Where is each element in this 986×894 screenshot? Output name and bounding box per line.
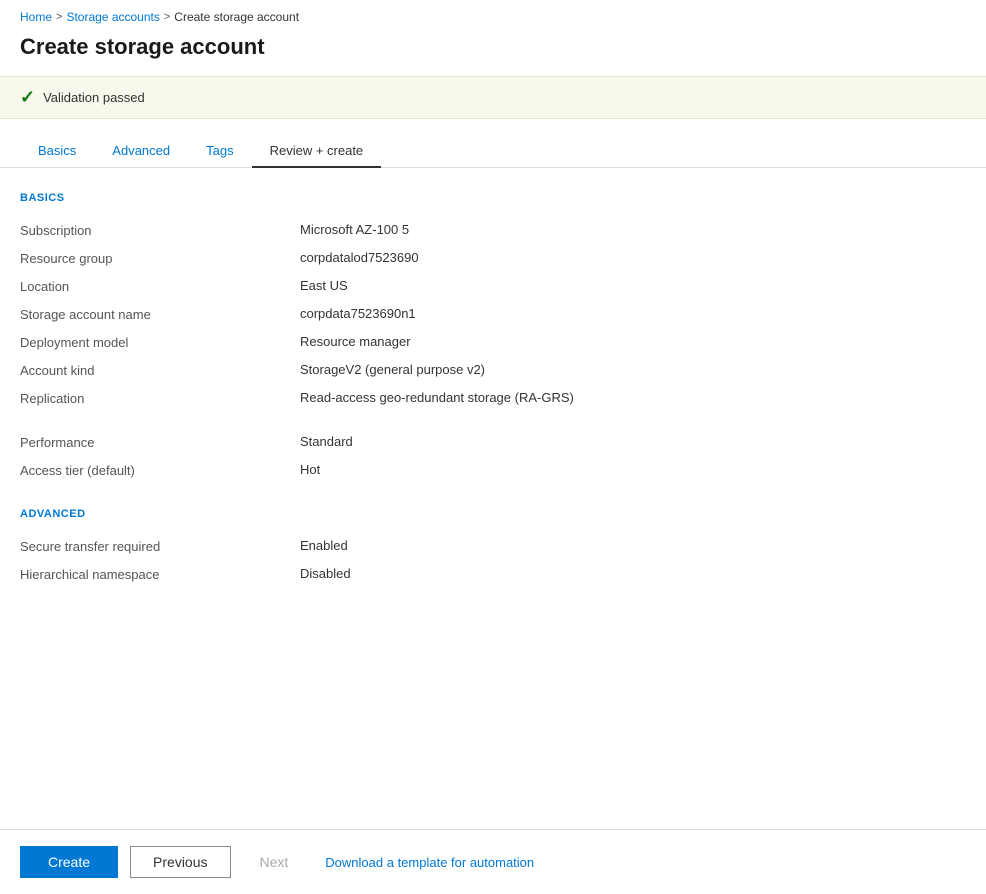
table-row: Replication Read-access geo-redundant st…: [20, 384, 966, 412]
previous-button[interactable]: Previous: [130, 846, 230, 878]
field-value-storage-account-name: corpdata7523690n1: [300, 306, 416, 321]
footer: Create Previous Next Download a template…: [0, 829, 986, 894]
breadcrumb-home[interactable]: Home: [20, 10, 52, 24]
download-template-button[interactable]: Download a template for automation: [325, 848, 534, 877]
field-label-subscription: Subscription: [20, 222, 300, 238]
basics-section-header: BASICS: [20, 192, 966, 204]
field-value-account-kind: StorageV2 (general purpose v2): [300, 362, 485, 377]
table-row: Storage account name corpdata7523690n1: [20, 300, 966, 328]
field-label-deployment-model: Deployment model: [20, 334, 300, 350]
table-row: Hierarchical namespace Disabled: [20, 560, 966, 588]
table-row: Deployment model Resource manager: [20, 328, 966, 356]
breadcrumb-sep1: >: [56, 11, 62, 23]
field-value-location: East US: [300, 278, 348, 293]
field-label-account-kind: Account kind: [20, 362, 300, 378]
table-row: Performance Standard: [20, 428, 966, 456]
tabs-container: Basics Advanced Tags Review + create: [0, 135, 986, 168]
table-row: Account kind StorageV2 (general purpose …: [20, 356, 966, 384]
table-row: Resource group corpdatalod7523690: [20, 244, 966, 272]
field-label-resource-group: Resource group: [20, 250, 300, 266]
table-row: Subscription Microsoft AZ-100 5: [20, 216, 966, 244]
page-container: Home > Storage accounts > Create storage…: [0, 0, 986, 894]
field-value-access-tier: Hot: [300, 462, 320, 477]
tab-review-create[interactable]: Review + create: [252, 135, 382, 168]
field-value-secure-transfer: Enabled: [300, 538, 348, 553]
breadcrumb-storage-accounts[interactable]: Storage accounts: [66, 10, 159, 24]
table-row: Secure transfer required Enabled: [20, 532, 966, 560]
advanced-section-header: ADVANCED: [20, 508, 966, 520]
create-button[interactable]: Create: [20, 846, 118, 878]
tab-basics[interactable]: Basics: [20, 135, 94, 168]
field-value-deployment-model: Resource manager: [300, 334, 411, 349]
tab-tags[interactable]: Tags: [188, 135, 251, 168]
breadcrumb-sep2: >: [164, 11, 170, 23]
field-label-secure-transfer: Secure transfer required: [20, 538, 300, 554]
page-title: Create storage account: [0, 30, 986, 76]
breadcrumb-current: Create storage account: [174, 10, 299, 24]
table-row: Location East US: [20, 272, 966, 300]
check-icon: ✓: [20, 87, 35, 108]
table-row: Access tier (default) Hot: [20, 456, 966, 484]
field-label-replication: Replication: [20, 390, 300, 406]
field-label-access-tier: Access tier (default): [20, 462, 300, 478]
field-label-hierarchical-namespace: Hierarchical namespace: [20, 566, 300, 582]
validation-text: Validation passed: [43, 90, 145, 105]
validation-bar: ✓ Validation passed: [0, 76, 986, 119]
field-value-subscription: Microsoft AZ-100 5: [300, 222, 409, 237]
field-label-location: Location: [20, 278, 300, 294]
breadcrumb: Home > Storage accounts > Create storage…: [0, 0, 986, 30]
field-value-performance: Standard: [300, 434, 353, 449]
next-button: Next: [243, 846, 306, 878]
field-value-hierarchical-namespace: Disabled: [300, 566, 351, 581]
field-value-resource-group: corpdatalod7523690: [300, 250, 419, 265]
content-area: BASICS Subscription Microsoft AZ-100 5 R…: [0, 188, 986, 829]
tab-advanced[interactable]: Advanced: [94, 135, 188, 168]
field-label-storage-account-name: Storage account name: [20, 306, 300, 322]
field-label-performance: Performance: [20, 434, 300, 450]
field-value-replication: Read-access geo-redundant storage (RA-GR…: [300, 390, 574, 405]
